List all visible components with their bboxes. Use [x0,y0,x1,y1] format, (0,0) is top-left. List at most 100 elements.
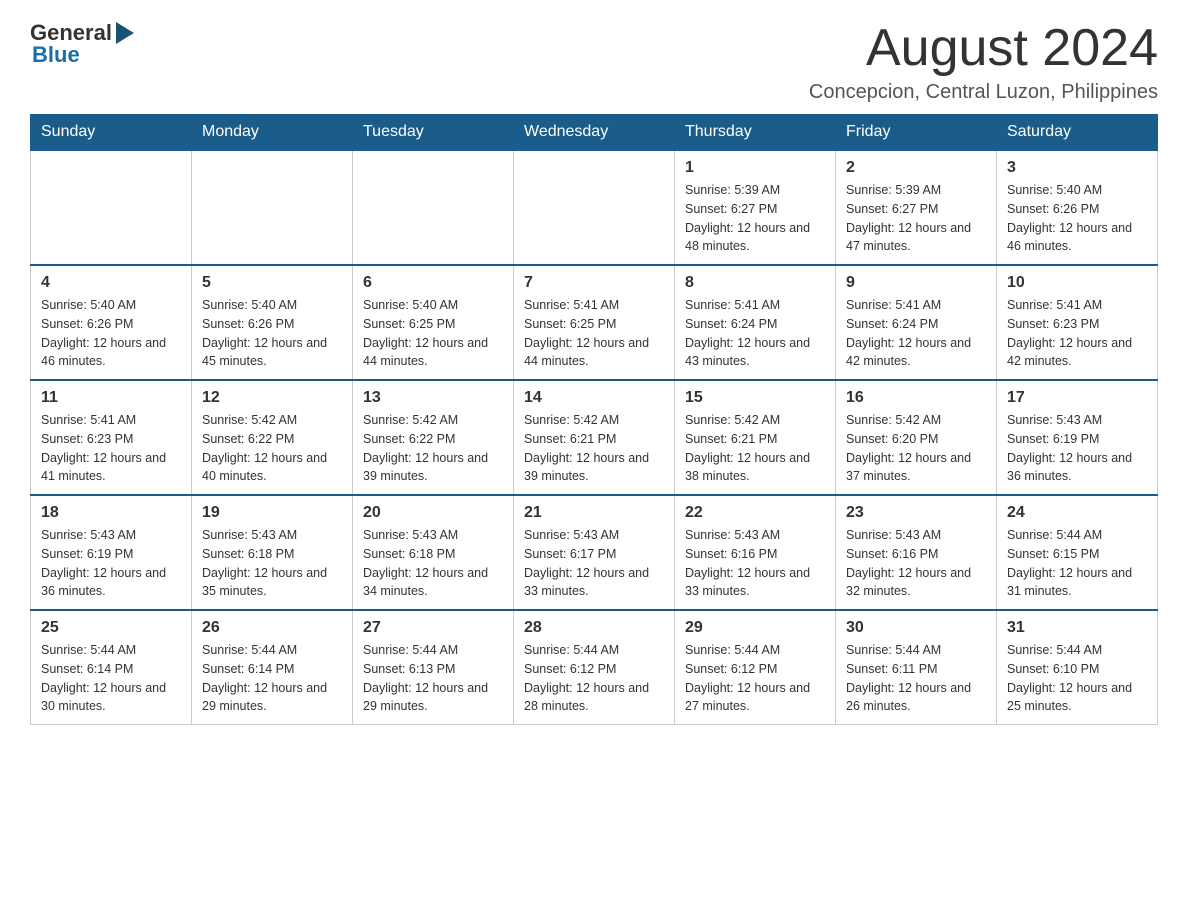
day-info: Sunrise: 5:43 AMSunset: 6:17 PMDaylight:… [524,526,664,601]
calendar-cell: 24Sunrise: 5:44 AMSunset: 6:15 PMDayligh… [997,495,1158,610]
day-info: Sunrise: 5:42 AMSunset: 6:22 PMDaylight:… [202,411,342,486]
day-number: 4 [41,274,181,292]
day-number: 13 [363,389,503,407]
calendar-cell: 29Sunrise: 5:44 AMSunset: 6:12 PMDayligh… [675,610,836,725]
days-of-week-row: SundayMondayTuesdayWednesdayThursdayFrid… [31,115,1158,151]
calendar-cell: 26 Sunrise: 5:44 AMSunset: 6:14 PMDayligh… [192,610,353,725]
day-number: 31 [1007,619,1147,637]
calendar-cell: 17 Sunrise: 5:43 AMSunset: 6:19 PMDayligh… [997,380,1158,495]
day-info: Sunrise: 5:40 AMSunset: 6:26 PMDaylight:… [41,296,181,371]
calendar-cell: 8 Sunrise: 5:41 AMSunset: 6:24 PMDaylight… [675,265,836,380]
calendar-cell [353,150,514,265]
calendar-cell: 12 Sunrise: 5:42 AMSunset: 6:22 PMDayligh… [192,380,353,495]
location-title: Concepcion, Central Luzon, Philippines [809,81,1158,104]
day-info: Sunrise: 5:43 AMSunset: 6:19 PMDaylight:… [1007,411,1147,486]
calendar-cell: 15 Sunrise: 5:42 AMSunset: 6:21 PMDayligh… [675,380,836,495]
logo-text-blue: Blue [32,42,80,68]
day-info: Sunrise: 5:42 AMSunset: 6:20 PMDaylight:… [846,411,986,486]
day-number: 6 [363,274,503,292]
day-number: 2 [846,159,986,177]
day-number: 8 [685,274,825,292]
day-number: 9 [846,274,986,292]
day-number: 16 [846,389,986,407]
calendar-week-row: 4 Sunrise: 5:40 AMSunset: 6:26 PMDaylight… [31,265,1158,380]
day-number: 24 [1007,504,1147,522]
day-info: Sunrise: 5:44 AMSunset: 6:14 PMDaylight:… [41,641,181,716]
day-info: Sunrise: 5:42 AMSunset: 6:22 PMDaylight:… [363,411,503,486]
day-number: 20 [363,504,503,522]
logo: General Blue [30,20,134,68]
calendar-week-row: 25 Sunrise: 5:44 AMSunset: 6:14 PMDayligh… [31,610,1158,725]
day-number: 18 [41,504,181,522]
day-number: 10 [1007,274,1147,292]
day-number: 28 [524,619,664,637]
day-number: 15 [685,389,825,407]
day-number: 12 [202,389,342,407]
day-info: Sunrise: 5:44 AMSunset: 6:10 PMDaylight:… [1007,641,1147,716]
calendar-cell: 27Sunrise: 5:44 AMSunset: 6:13 PMDayligh… [353,610,514,725]
day-number: 5 [202,274,342,292]
day-number: 22 [685,504,825,522]
day-number: 1 [685,159,825,177]
calendar-cell: 30 Sunrise: 5:44 AMSunset: 6:11 PMDayligh… [836,610,997,725]
day-info: Sunrise: 5:43 AMSunset: 6:18 PMDaylight:… [202,526,342,601]
day-info: Sunrise: 5:44 AMSunset: 6:13 PMDaylight:… [363,641,503,716]
day-info: Sunrise: 5:44 AMSunset: 6:12 PMDaylight:… [685,641,825,716]
calendar-cell [192,150,353,265]
page-header: General Blue August 2024 Concepcion, Cen… [30,20,1158,104]
calendar-week-row: 1 Sunrise: 5:39 AMSunset: 6:27 PMDaylight… [31,150,1158,265]
calendar-cell: 20 Sunrise: 5:43 AMSunset: 6:18 PMDayligh… [353,495,514,610]
day-info: Sunrise: 5:41 AMSunset: 6:23 PMDaylight:… [41,411,181,486]
calendar-cell: 7 Sunrise: 5:41 AMSunset: 6:25 PMDaylight… [514,265,675,380]
day-info: Sunrise: 5:43 AMSunset: 6:19 PMDaylight:… [41,526,181,601]
calendar-cell: 16 Sunrise: 5:42 AMSunset: 6:20 PMDayligh… [836,380,997,495]
day-number: 21 [524,504,664,522]
calendar-cell [31,150,192,265]
calendar-cell: 22 Sunrise: 5:43 AMSunset: 6:16 PMDayligh… [675,495,836,610]
calendar-cell: 2 Sunrise: 5:39 AMSunset: 6:27 PMDaylight… [836,150,997,265]
day-info: Sunrise: 5:40 AMSunset: 6:26 PMDaylight:… [1007,181,1147,256]
day-info: Sunrise: 5:44 AMSunset: 6:11 PMDaylight:… [846,641,986,716]
day-number: 30 [846,619,986,637]
day-info: Sunrise: 5:44 AMSunset: 6:12 PMDaylight:… [524,641,664,716]
calendar-cell: 1 Sunrise: 5:39 AMSunset: 6:27 PMDaylight… [675,150,836,265]
calendar-cell: 6 Sunrise: 5:40 AMSunset: 6:25 PMDaylight… [353,265,514,380]
day-info: Sunrise: 5:44 AMSunset: 6:14 PMDaylight:… [202,641,342,716]
day-info: Sunrise: 5:40 AMSunset: 6:25 PMDaylight:… [363,296,503,371]
calendar-cell: 19Sunrise: 5:43 AMSunset: 6:18 PMDayligh… [192,495,353,610]
day-info: Sunrise: 5:40 AMSunset: 6:26 PMDaylight:… [202,296,342,371]
day-number: 7 [524,274,664,292]
day-header-sunday: Sunday [31,115,192,151]
day-number: 11 [41,389,181,407]
calendar-cell [514,150,675,265]
day-info: Sunrise: 5:43 AMSunset: 6:16 PMDaylight:… [685,526,825,601]
logo-arrow-icon [114,22,134,44]
calendar-cell: 9 Sunrise: 5:41 AMSunset: 6:24 PMDaylight… [836,265,997,380]
day-info: Sunrise: 5:41 AMSunset: 6:24 PMDaylight:… [846,296,986,371]
day-number: 23 [846,504,986,522]
calendar-week-row: 11 Sunrise: 5:41 AMSunset: 6:23 PMDayligh… [31,380,1158,495]
calendar-week-row: 18 Sunrise: 5:43 AMSunset: 6:19 PMDayligh… [31,495,1158,610]
day-info: Sunrise: 5:39 AMSunset: 6:27 PMDaylight:… [846,181,986,256]
calendar-cell: 14Sunrise: 5:42 AMSunset: 6:21 PMDayligh… [514,380,675,495]
day-number: 3 [1007,159,1147,177]
day-info: Sunrise: 5:43 AMSunset: 6:16 PMDaylight:… [846,526,986,601]
calendar-cell: 21 Sunrise: 5:43 AMSunset: 6:17 PMDayligh… [514,495,675,610]
day-number: 26 [202,619,342,637]
calendar-cell: 3 Sunrise: 5:40 AMSunset: 6:26 PMDaylight… [997,150,1158,265]
day-header-wednesday: Wednesday [514,115,675,151]
day-info: Sunrise: 5:43 AMSunset: 6:18 PMDaylight:… [363,526,503,601]
day-info: Sunrise: 5:41 AMSunset: 6:24 PMDaylight:… [685,296,825,371]
day-info: Sunrise: 5:42 AMSunset: 6:21 PMDaylight:… [524,411,664,486]
day-header-saturday: Saturday [997,115,1158,151]
day-info: Sunrise: 5:41 AMSunset: 6:25 PMDaylight:… [524,296,664,371]
calendar-cell: 31 Sunrise: 5:44 AMSunset: 6:10 PMDayligh… [997,610,1158,725]
day-info: Sunrise: 5:39 AMSunset: 6:27 PMDaylight:… [685,181,825,256]
day-info: Sunrise: 5:42 AMSunset: 6:21 PMDaylight:… [685,411,825,486]
day-header-monday: Monday [192,115,353,151]
day-number: 25 [41,619,181,637]
calendar-cell: 5 Sunrise: 5:40 AMSunset: 6:26 PMDaylight… [192,265,353,380]
calendar-cell: 18 Sunrise: 5:43 AMSunset: 6:19 PMDayligh… [31,495,192,610]
day-number: 17 [1007,389,1147,407]
calendar-table: SundayMondayTuesdayWednesdayThursdayFrid… [30,114,1158,725]
